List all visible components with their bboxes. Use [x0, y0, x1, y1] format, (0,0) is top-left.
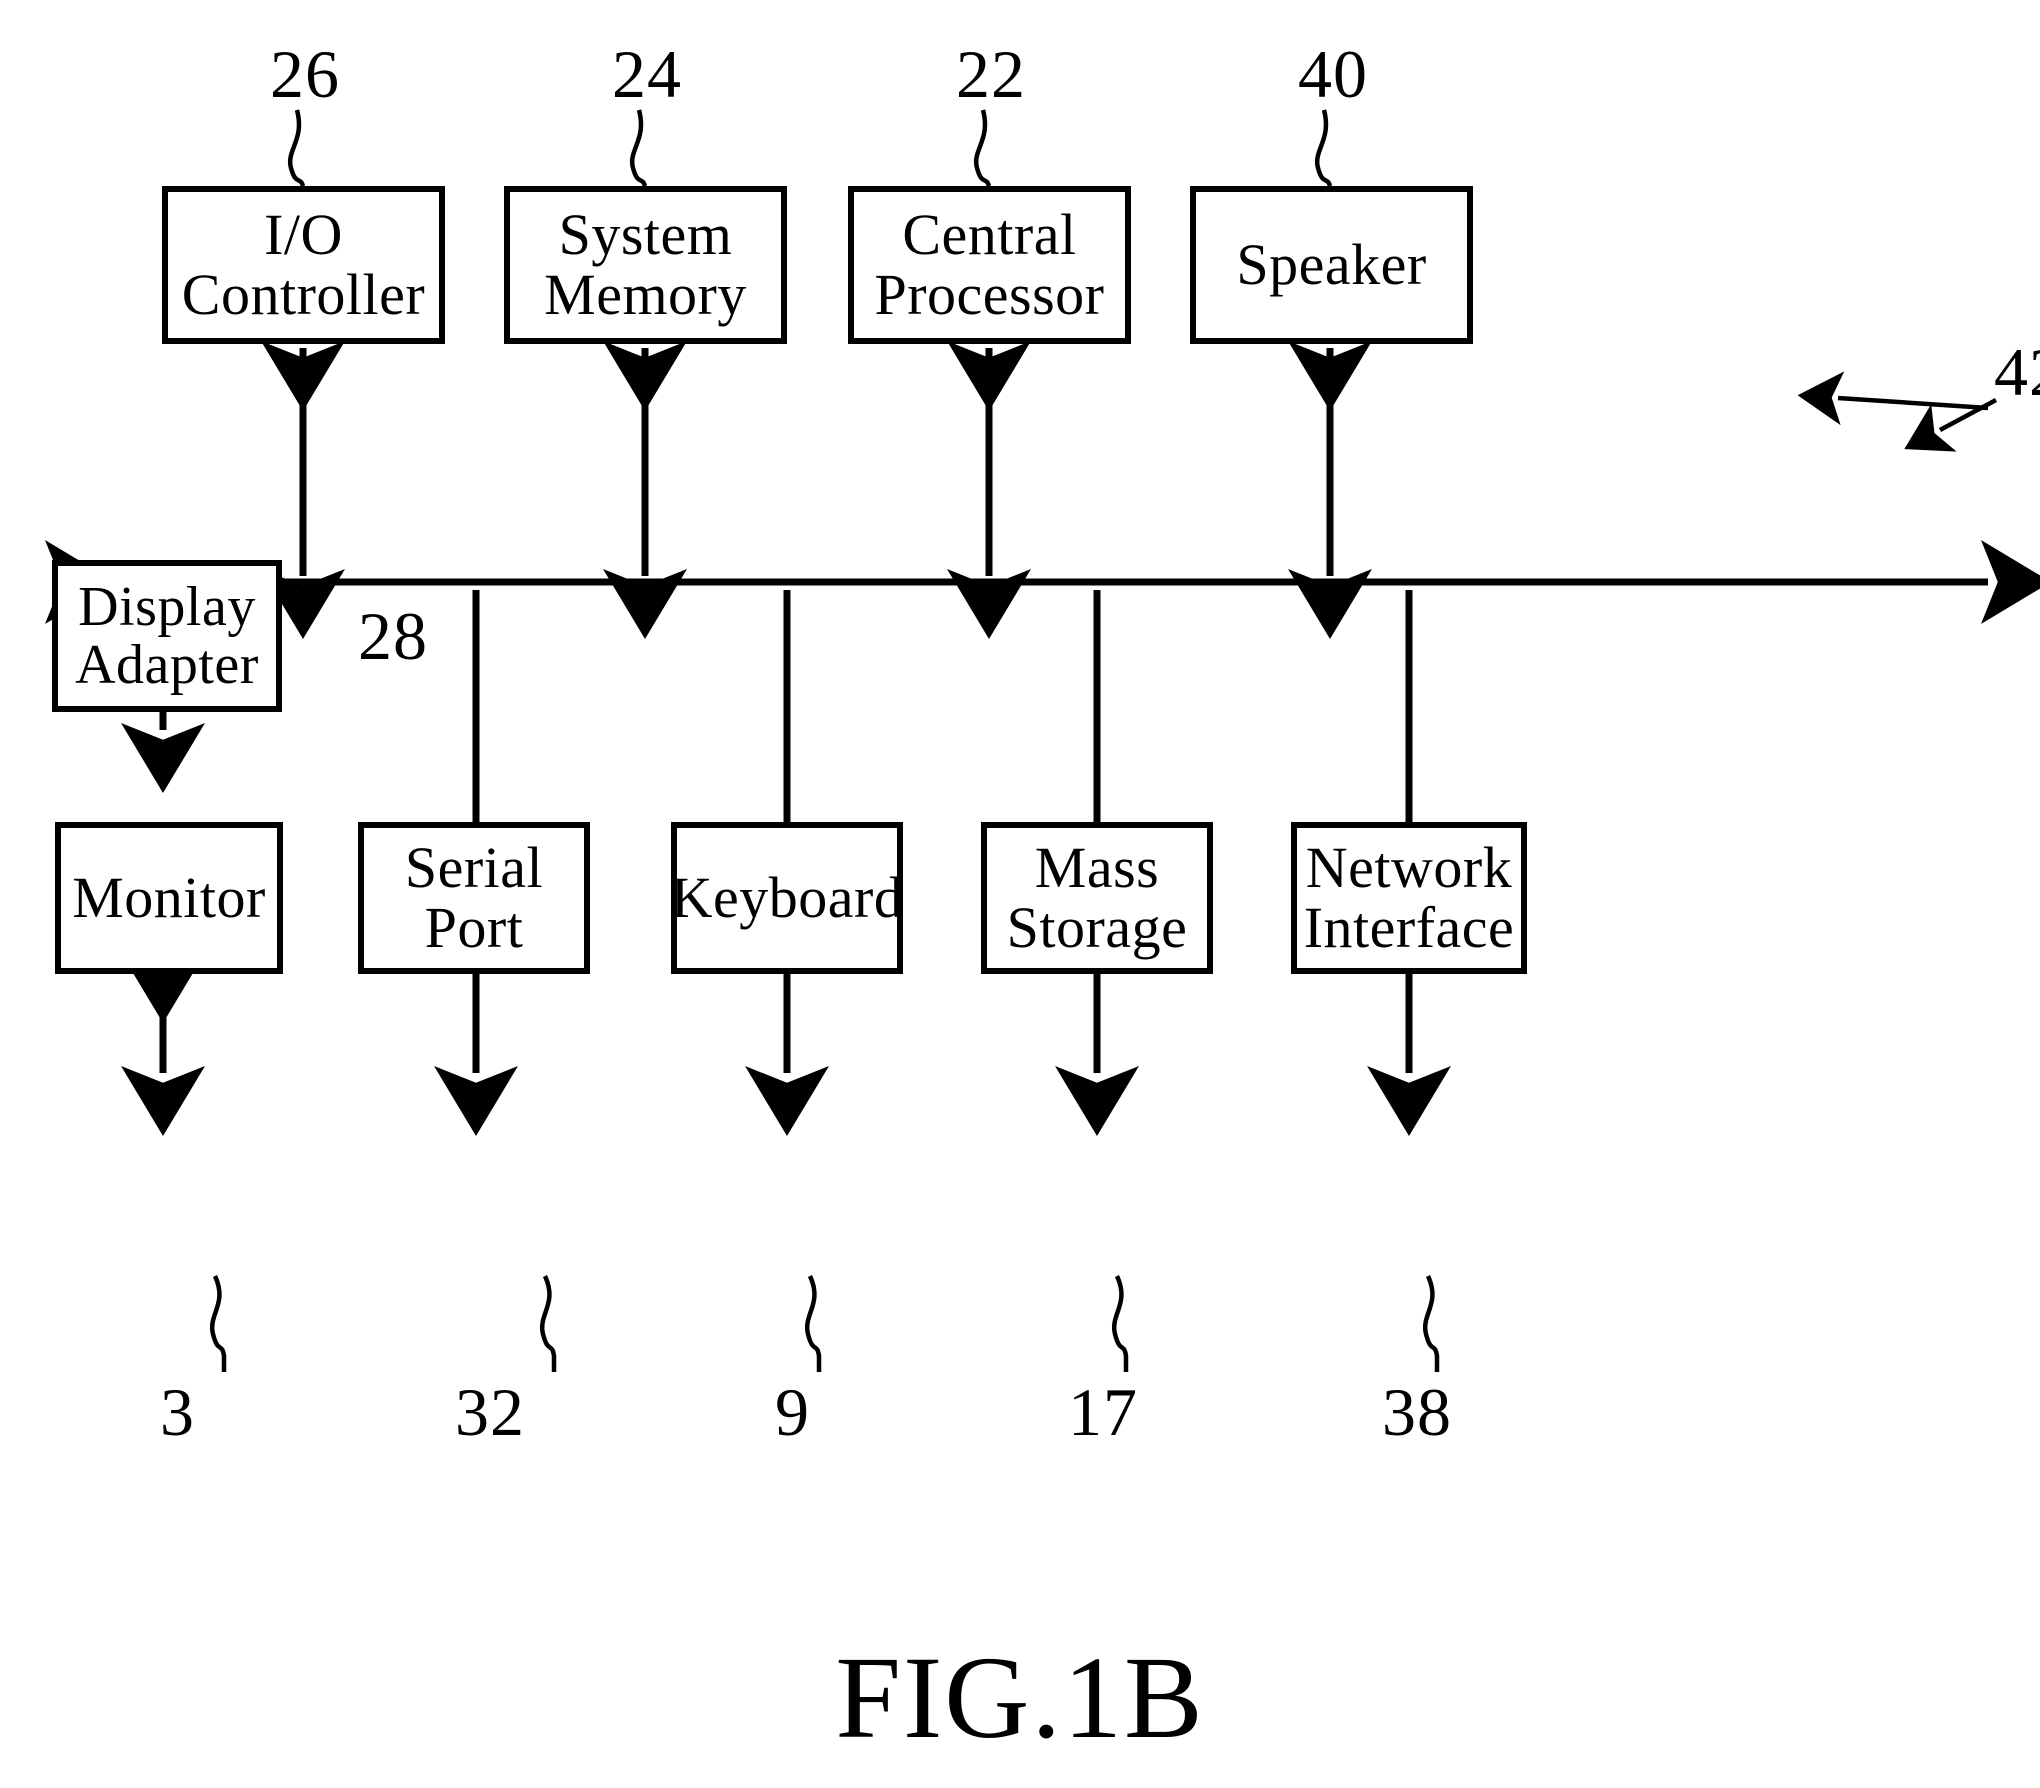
ref-numeral-monitor: 3: [160, 1374, 195, 1450]
ref-numeral-keyboard: 9: [775, 1374, 810, 1450]
lead-line-38: [1422, 1275, 1440, 1372]
node-serial-port-label: Serial Port: [404, 834, 544, 960]
node-serial-port[interactable]: Serial Port: [358, 822, 590, 974]
ref-numeral-central-processor: 22: [956, 36, 1026, 112]
ref-numeral-serial-port: 32: [455, 1374, 525, 1450]
node-io-controller[interactable]: I/O Controller: [162, 186, 445, 344]
node-io-controller-label: I/O Controller: [181, 201, 426, 327]
figure-caption: FIG.1B: [835, 1632, 1205, 1763]
node-display-adapter[interactable]: Display Adapter: [52, 560, 282, 712]
lead-line-22: [973, 109, 992, 187]
ref-numeral-bus: 42: [1994, 334, 2040, 410]
ref-numeral-mass-storage: 17: [1068, 1374, 1138, 1450]
lead-line-3: [209, 1275, 227, 1372]
node-network-interface[interactable]: Network Interface: [1291, 822, 1527, 974]
lead-line-32: [539, 1275, 557, 1372]
ref-numeral-system-memory: 24: [612, 36, 682, 112]
lead-line-24: [629, 109, 648, 187]
node-mass-storage[interactable]: Mass Storage: [981, 822, 1213, 974]
ref-numeral-io-controller: 26: [270, 36, 340, 112]
node-keyboard-label: Keyboard: [670, 864, 904, 930]
node-mass-storage-label: Mass Storage: [1006, 834, 1188, 960]
node-monitor-label: Monitor: [72, 864, 266, 930]
node-system-memory[interactable]: System Memory: [504, 186, 787, 344]
ref-numeral-speaker: 40: [1298, 36, 1368, 112]
lead-arrows-42: [1797, 371, 1998, 452]
ref-numeral-network-interface: 38: [1382, 1374, 1452, 1450]
lead-line-17: [1111, 1275, 1129, 1372]
node-network-interface-label: Network Interface: [1303, 834, 1515, 960]
node-central-processor[interactable]: Central Processor: [848, 186, 1131, 344]
node-keyboard[interactable]: Keyboard: [671, 822, 903, 974]
ref-numeral-display-adapter: 28: [358, 598, 428, 674]
node-speaker[interactable]: Speaker: [1190, 186, 1473, 344]
lead-line-40: [1314, 109, 1333, 187]
node-monitor[interactable]: Monitor: [55, 822, 283, 974]
patent-figure: I/O Controller System Memory Central Pro…: [0, 0, 2040, 1788]
lead-line-9: [804, 1275, 822, 1372]
node-display-adapter-label: Display Adapter: [75, 575, 259, 696]
node-speaker-label: Speaker: [1236, 231, 1427, 297]
lead-line-26: [287, 109, 306, 187]
node-central-processor-label: Central Processor: [874, 201, 1105, 327]
node-system-memory-label: System Memory: [544, 201, 747, 327]
